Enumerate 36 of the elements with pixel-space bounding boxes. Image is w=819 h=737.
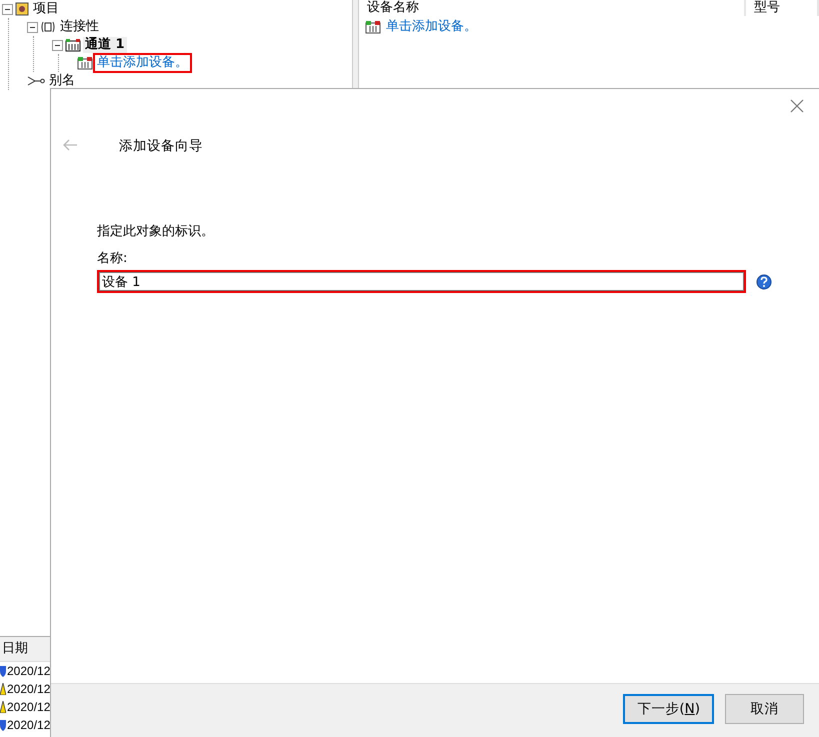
shield-icon [0, 665, 6, 677]
project-icon [15, 2, 29, 16]
alias-icon [27, 75, 45, 87]
add-device-link[interactable]: 单击添加设备。 [95, 55, 190, 71]
log-date: 2020/12 [7, 700, 50, 714]
cancel-button[interactable]: 取消 [725, 694, 804, 724]
next-button[interactable]: 下一步(N) [623, 694, 714, 724]
warning-icon [0, 701, 6, 713]
tree-item[interactable]: 通道 1 [83, 37, 127, 53]
collapse-toggle[interactable] [2, 4, 13, 14]
connectivity-icon [40, 20, 56, 34]
warning-icon [0, 683, 6, 695]
dialog-title: 添加设备向导 [119, 137, 203, 155]
log-date: 2020/12 [7, 682, 50, 696]
back-arrow-icon [62, 139, 78, 151]
close-icon [790, 99, 804, 113]
column-header[interactable]: 型号 [746, 0, 819, 16]
log-date: 2020/12 [7, 664, 50, 678]
tree-item[interactable]: 别名 [47, 73, 77, 89]
shield-icon [0, 719, 6, 731]
column-header[interactable]: 日期 [0, 637, 50, 662]
tree-item[interactable]: 项目 [31, 1, 61, 17]
collapse-toggle[interactable] [52, 40, 63, 50]
instruction-text: 指定此对象的标识。 [97, 224, 214, 240]
device-icon [365, 20, 381, 34]
add-device-link[interactable]: 单击添加设备。 [384, 19, 479, 35]
field-label: 名称: [97, 251, 128, 267]
help-icon[interactable] [756, 274, 772, 290]
collapse-toggle[interactable] [27, 22, 38, 32]
channel-icon [65, 38, 81, 52]
device-icon [77, 56, 93, 70]
name-field[interactable]: 设备 1 [97, 270, 746, 293]
column-header[interactable]: 设备名称 [359, 0, 746, 16]
close-button[interactable] [789, 99, 805, 115]
tree-item[interactable]: 连接性 [58, 19, 101, 35]
log-date: 2020/12 [7, 718, 50, 732]
